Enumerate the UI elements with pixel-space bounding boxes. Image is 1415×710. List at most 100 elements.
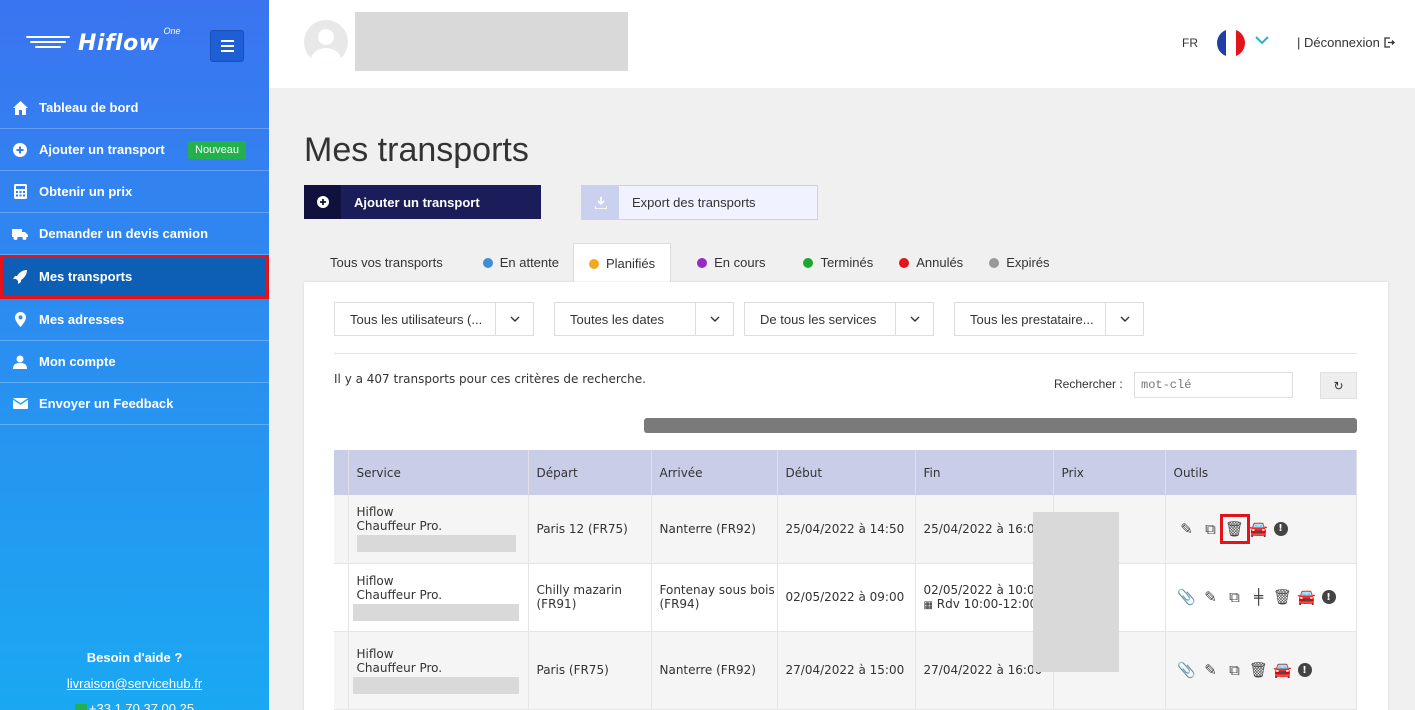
delete-icon[interactable]: 🗑 [1219, 513, 1250, 544]
refresh-button[interactable]: ↻ [1320, 372, 1357, 399]
tab-label: Annulés [916, 255, 964, 270]
table-row[interactable]: Hiflow Chauffeur Pro. Paris 12 (FR75) Nan… [334, 495, 1357, 564]
redacted-text [352, 676, 519, 694]
column-header-arrivee[interactable]: Arrivée [651, 450, 778, 495]
chevron-down-icon[interactable] [1255, 33, 1269, 47]
car-icon[interactable]: 🚘 [1297, 588, 1316, 606]
signpost-icon[interactable]: ╪ [1250, 588, 1268, 606]
cell-outils: 📎 ✎ ⧉ ╪ 🗑 🚘 ! [1165, 563, 1357, 632]
status-dot-icon [899, 257, 910, 268]
home-icon [12, 100, 28, 116]
status-dot-icon [589, 258, 599, 269]
tab-en-cours[interactable]: En cours [671, 243, 791, 282]
sidebar-item-ajouter-transport[interactable]: Ajouter un transport Nouveau [0, 129, 269, 171]
logout-link[interactable]: | Déconnexion [1297, 35, 1395, 50]
delete-icon[interactable]: 🗑 [1249, 661, 1268, 679]
map-pin-icon [12, 312, 28, 328]
tab-planifies[interactable]: Planifiés [573, 243, 672, 283]
table-row[interactable]: Hiflow Chauffeur Pro. Chilly mazarin (FR9… [334, 563, 1357, 632]
cell-outils: 📎 ✎ ⧉ 🗑 🚘 ! [1165, 631, 1357, 710]
chevron-down-icon [1105, 303, 1143, 335]
alert-icon[interactable]: ! [1273, 521, 1288, 536]
add-transport-label: Ajouter un transport [354, 194, 480, 210]
sidebar-item-mon-compte[interactable]: Mon compte [0, 341, 269, 383]
edit-icon[interactable]: ✎ [1202, 588, 1220, 606]
duplicate-icon[interactable]: ⧉ [1226, 588, 1244, 606]
help-email-link[interactable]: livraison@servicehub.fr [0, 676, 269, 691]
row-select [334, 631, 349, 710]
export-transports-button[interactable]: Export des transports [581, 185, 818, 220]
sidebar-item-mes-transports[interactable]: Mes transports [0, 255, 269, 299]
alert-icon[interactable]: ! [1297, 663, 1312, 677]
edit-icon[interactable]: ✎ [1178, 520, 1196, 538]
cell-service: Hiflow Chauffeur Pro. [348, 495, 529, 564]
transports-panel: Tous les utilisateurs (... Toutes les da… [304, 282, 1388, 710]
sidebar-item-tableau-de-bord[interactable]: Tableau de bord [0, 87, 269, 129]
attachment-icon[interactable]: 📎 [1177, 661, 1196, 679]
search-label: Rechercher : [1054, 377, 1123, 391]
help-phone[interactable]: +33 1 70 37 00 25 [0, 701, 269, 710]
delete-icon[interactable]: 🗑 [1273, 588, 1292, 606]
top-bar: FR | Déconnexion [269, 0, 1415, 88]
filter-services[interactable]: De tous les services [744, 302, 934, 336]
redacted-text [352, 603, 519, 621]
column-header-prix[interactable]: Prix [1053, 450, 1166, 495]
avatar[interactable] [304, 20, 348, 64]
table-row[interactable]: Hiflow Chauffeur Pro. Paris (FR75) Nanter… [334, 631, 1357, 710]
column-header-depart[interactable]: Départ [528, 450, 652, 495]
export-transports-label: Export des transports [632, 195, 756, 210]
attachment-icon[interactable]: 📎 [1177, 588, 1196, 606]
sidebar: Hiflow One Tableau de bord Ajouter un tr… [0, 0, 269, 710]
service-type: Chauffeur Pro. [356, 519, 443, 534]
duplicate-icon[interactable]: ⧉ [1226, 661, 1244, 679]
tab-termines[interactable]: Terminés [791, 243, 885, 282]
add-transport-button[interactable]: Ajouter un transport [304, 185, 541, 219]
filter-users[interactable]: Tous les utilisateurs (... [334, 302, 534, 336]
edit-icon[interactable]: ✎ [1202, 661, 1220, 679]
filter-prestataires[interactable]: Tous les prestataire... [954, 302, 1144, 336]
search-input[interactable] [1134, 372, 1293, 398]
page-title: Mes transports [304, 131, 529, 169]
tab-tous[interactable]: Tous vos transports [304, 243, 469, 282]
menu-toggle-button[interactable] [210, 30, 244, 62]
car-icon[interactable]: 🚘 [1249, 520, 1268, 538]
logo-text: Hiflow [78, 30, 160, 56]
sidebar-nav: Tableau de bord Ajouter un transport Nou… [0, 87, 269, 425]
logout-label: | Déconnexion [1297, 35, 1380, 50]
cell-arrivee: Fontenay sous bois (FR94) [651, 563, 778, 632]
truck-icon [12, 226, 28, 242]
logo[interactable]: Hiflow One [26, 26, 185, 58]
sidebar-item-label: Demander un devis camion [39, 226, 209, 241]
tab-expires[interactable]: Expirés [977, 243, 1061, 282]
row-select [334, 563, 349, 632]
sidebar-item-feedback[interactable]: Envoyer un Feedback [0, 383, 269, 425]
tab-label: En attente [499, 255, 559, 270]
sidebar-item-obtenir-prix[interactable]: Obtenir un prix [0, 171, 269, 213]
tab-en-attente[interactable]: En attente [469, 243, 573, 282]
filter-label: Tous les prestataire... [970, 311, 1094, 327]
cell-service: Hiflow Chauffeur Pro. [348, 631, 529, 710]
alert-icon[interactable]: ! [1321, 590, 1336, 604]
sidebar-item-label: Envoyer un Feedback [39, 396, 174, 411]
column-header-service[interactable]: Service [348, 450, 529, 495]
tab-label: Expirés [1006, 255, 1050, 270]
sidebar-item-label: Tableau de bord [39, 100, 139, 115]
logout-icon [1383, 37, 1395, 48]
service-name: Hiflow [356, 646, 394, 661]
filter-dates[interactable]: Toutes les dates [554, 302, 734, 336]
service-name: Hiflow [356, 505, 394, 520]
france-flag-icon[interactable] [1217, 29, 1245, 57]
sidebar-item-mes-adresses[interactable]: Mes adresses [0, 299, 269, 341]
horizontal-scrollbar[interactable] [644, 418, 1357, 433]
tab-annules[interactable]: Annulés [885, 243, 977, 282]
logo-sup: One [163, 26, 181, 36]
duplicate-icon[interactable]: ⧉ [1202, 520, 1220, 538]
column-header-debut[interactable]: Début [777, 450, 916, 495]
cell-debut: 02/05/2022 à 09:00 [777, 563, 916, 632]
rocket-icon [12, 269, 28, 285]
service-type: Chauffeur Pro. [356, 587, 443, 602]
column-header-fin[interactable]: Fin [915, 450, 1054, 495]
sidebar-item-devis-camion[interactable]: Demander un devis camion [0, 213, 269, 255]
car-icon[interactable]: 🚘 [1273, 661, 1292, 679]
status-dot-icon [697, 257, 708, 268]
